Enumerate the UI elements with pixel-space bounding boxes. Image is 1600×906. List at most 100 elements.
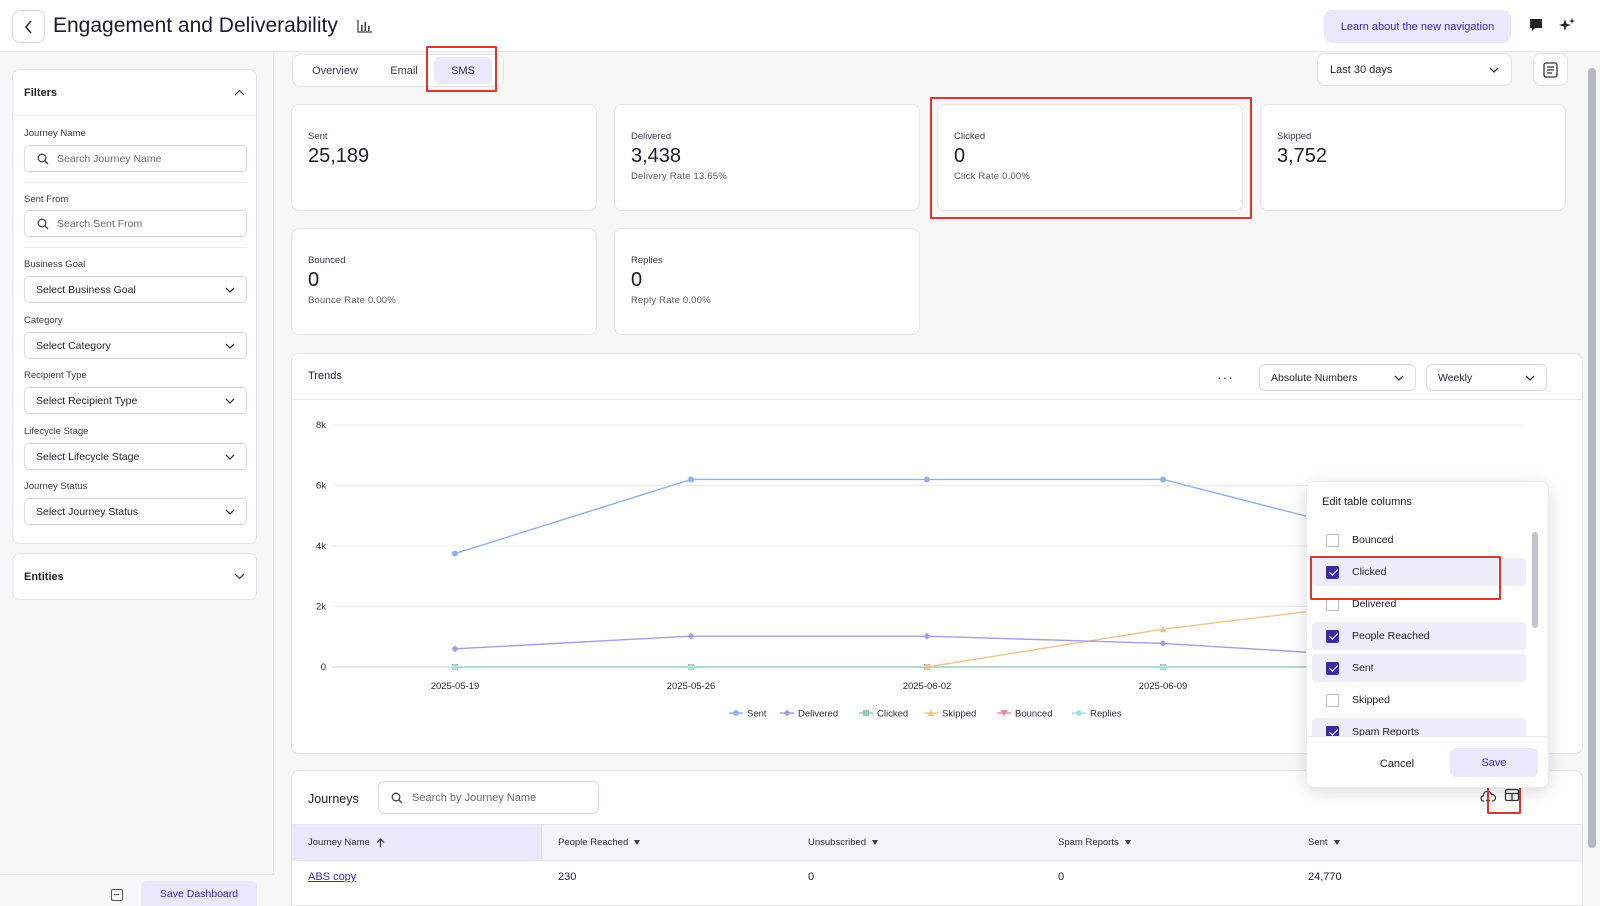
category-select[interactable]: Select Category: [24, 332, 247, 359]
tab-email[interactable]: Email: [374, 57, 434, 84]
chevron-down-icon: [225, 454, 235, 460]
col-label: People Reached: [558, 837, 629, 848]
top-header: Engagement and Deliverability Learn abou…: [0, 0, 1600, 52]
recipient-type-value: Select Recipient Type: [36, 394, 138, 407]
column-option-sent[interactable]: Sent: [1312, 654, 1526, 682]
page-title: Engagement and Deliverability: [53, 14, 338, 37]
back-button[interactable]: [12, 10, 45, 43]
sparkle-icon[interactable]: [1559, 17, 1575, 33]
interval-select[interactable]: Weekly: [1426, 364, 1547, 391]
chevron-down-icon: [1489, 67, 1499, 73]
filters-header[interactable]: Filters: [13, 70, 256, 116]
kpi-value: 0: [631, 269, 643, 291]
chevron-up-icon[interactable]: [234, 89, 245, 96]
chevron-down-icon: [225, 398, 235, 404]
filters-title: Filters: [24, 86, 58, 99]
checkbox[interactable]: [1326, 661, 1339, 675]
point-sent: [688, 476, 694, 483]
col-sent[interactable]: Sent: [1292, 825, 1340, 860]
y-tick-label: 0: [321, 662, 326, 673]
recipient-type-select[interactable]: Select Recipient Type: [24, 387, 247, 414]
legend-label-replies: Replies: [1090, 709, 1122, 720]
category-value: Select Category: [36, 339, 111, 352]
interval-value: Weekly: [1438, 371, 1473, 384]
kpi-value: 3,438: [631, 145, 682, 167]
report-button[interactable]: [1533, 53, 1568, 86]
checkbox[interactable]: [1326, 725, 1339, 736]
column-option-delivered[interactable]: Delivered: [1312, 590, 1526, 618]
more-options-icon[interactable]: ···: [1217, 369, 1234, 385]
journey-search-input[interactable]: Search by Journey Name: [378, 781, 599, 814]
save-dashboard-button[interactable]: Save Dashboard: [141, 881, 257, 906]
column-option-bounced[interactable]: Bounced: [1312, 526, 1526, 554]
collapse-icon[interactable]: [111, 889, 123, 901]
chevron-down-icon: [1394, 375, 1404, 381]
learn-navigation-button[interactable]: Learn about the new navigation: [1324, 10, 1511, 43]
kpi-subtext: Delivery Rate 13.65%: [631, 171, 727, 182]
sidebar-footer: Save Dashboard: [0, 874, 274, 906]
chevron-down-icon: [225, 287, 235, 293]
filters-panel: Filters Journey Name Search Journey Name…: [12, 69, 257, 544]
popup-scrollbar[interactable]: [1532, 532, 1538, 628]
sent-from-search-input[interactable]: Search Sent From: [24, 210, 247, 237]
legend-marker: [783, 709, 791, 717]
checkbox[interactable]: [1326, 629, 1339, 643]
kpi-delivered: Delivered 3,438 Delivery Rate 13.65%: [614, 104, 920, 211]
legend-label-clicked: Clicked: [877, 709, 908, 720]
legend-label-skipped: Skipped: [942, 709, 976, 720]
y-tick-label: 6k: [316, 481, 326, 492]
divider: [24, 182, 247, 183]
cloud-download-icon[interactable]: [1480, 790, 1496, 804]
popup-footer: Cancel Save: [1307, 736, 1548, 787]
col-journey-name[interactable]: Journey Name: [292, 825, 542, 860]
journey-search-placeholder: Search by Journey Name: [412, 791, 537, 804]
col-people-reached[interactable]: People Reached: [542, 825, 641, 860]
journey-name-search-input[interactable]: Search Journey Name: [24, 145, 247, 172]
chevron-left-icon: [24, 19, 32, 34]
recipient-type-label: Recipient Type: [24, 370, 87, 381]
column-option-spam-reports[interactable]: Spam Reports: [1312, 718, 1526, 736]
kpi-subtext: Click Rate 0.00%: [954, 171, 1031, 182]
col-unsubscribed[interactable]: Unsubscribed: [792, 825, 879, 860]
chevron-down-icon: [225, 509, 235, 515]
checkbox[interactable]: [1326, 565, 1339, 579]
tab-overview[interactable]: Overview: [296, 57, 374, 84]
business-goal-select[interactable]: Select Business Goal: [24, 276, 247, 303]
legend-label-delivered: Delivered: [798, 709, 838, 720]
kpi-replies: Replies 0 Reply Rate 0.00%: [614, 228, 920, 335]
entities-panel[interactable]: Entities: [12, 553, 257, 600]
x-tick-label: 2025-05-26: [667, 681, 716, 692]
trends-title: Trends: [308, 370, 342, 382]
cancel-button[interactable]: Cancel: [1357, 752, 1437, 776]
tab-sms[interactable]: SMS: [434, 57, 492, 84]
lifecycle-stage-value: Select Lifecycle Stage: [36, 450, 140, 463]
business-goal-value: Select Business Goal: [36, 283, 136, 296]
checkbox[interactable]: [1326, 597, 1339, 611]
metric-mode-select[interactable]: Absolute Numbers: [1259, 364, 1416, 391]
bar-chart-icon[interactable]: [357, 19, 373, 33]
col-spam-reports[interactable]: Spam Reports: [1042, 825, 1131, 860]
checkbox[interactable]: [1326, 693, 1339, 707]
y-tick-label: 8k: [316, 420, 326, 431]
kpi-label: Skipped: [1277, 131, 1312, 142]
page-scrollbar[interactable]: [1588, 68, 1596, 848]
save-button[interactable]: Save: [1450, 748, 1538, 777]
lifecycle-stage-select[interactable]: Select Lifecycle Stage: [24, 443, 247, 470]
y-tick-label: 2k: [316, 602, 326, 613]
chat-icon[interactable]: [1528, 17, 1544, 33]
date-range-select[interactable]: Last 30 days: [1317, 53, 1512, 86]
checkbox[interactable]: [1326, 533, 1339, 547]
column-option-people-reached[interactable]: People Reached: [1312, 622, 1526, 650]
journey-status-select[interactable]: Select Journey Status: [24, 498, 247, 525]
journey-name-link[interactable]: ABS copy: [308, 871, 356, 883]
sort-down-icon: [872, 840, 879, 845]
column-option-skipped[interactable]: Skipped: [1312, 686, 1526, 714]
business-goal-label: Business Goal: [24, 259, 86, 270]
table-columns-icon[interactable]: [1504, 787, 1520, 803]
column-option-clicked[interactable]: Clicked: [1312, 558, 1526, 586]
legend-marker: [1076, 710, 1082, 716]
kpi-value: 3,752: [1277, 145, 1328, 167]
search-icon: [37, 218, 49, 229]
chevron-down-icon[interactable]: [234, 573, 245, 580]
kpi-bounced: Bounced 0 Bounce Rate 0.00%: [291, 228, 597, 335]
